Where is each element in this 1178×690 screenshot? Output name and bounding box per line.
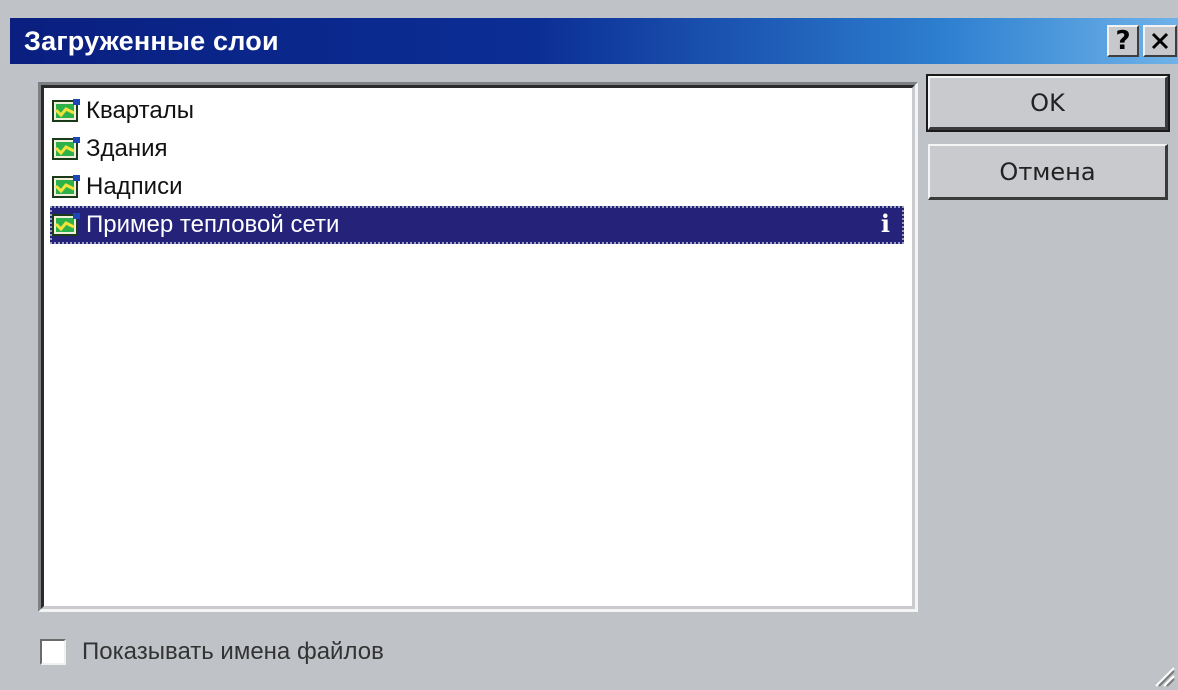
layer-map-icon: [52, 137, 80, 160]
layer-map-icon: [52, 213, 80, 236]
dialog-title: Загруженные слои: [24, 26, 279, 56]
loaded-layers-dialog: Загруженные слои ? Кварталы Здания Надпи…: [0, 0, 1178, 690]
close-button[interactable]: [1143, 25, 1177, 57]
layers-list-frame: Кварталы Здания Надписи Пример тепловой …: [41, 85, 915, 609]
resize-grip-icon[interactable]: [1150, 662, 1176, 688]
list-item-label: Здания: [86, 135, 168, 162]
show-filenames-option[interactable]: Показывать имена файлов: [40, 638, 384, 666]
list-item-layer-kvartaly[interactable]: Кварталы: [50, 92, 904, 130]
layer-map-icon: [52, 175, 80, 198]
show-filenames-label[interactable]: Показывать имена файлов: [82, 638, 384, 666]
ok-button[interactable]: OK: [926, 74, 1170, 132]
list-item-label: Кварталы: [86, 97, 194, 124]
close-icon: [1151, 32, 1169, 50]
list-item-layer-nadpisi[interactable]: Надписи: [50, 168, 904, 206]
help-icon: ?: [1115, 26, 1131, 56]
show-filenames-checkbox[interactable]: [40, 639, 66, 665]
cancel-button[interactable]: Отмена: [928, 144, 1168, 200]
help-button[interactable]: ?: [1107, 25, 1139, 57]
list-item-layer-zdaniya[interactable]: Здания: [50, 130, 904, 168]
layer-map-icon: [52, 99, 80, 122]
info-icon[interactable]: i: [881, 209, 890, 238]
list-item-label: Пример тепловой сети: [86, 211, 340, 238]
list-item-label: Надписи: [86, 173, 183, 200]
list-item-layer-heat-network[interactable]: Пример тепловой сети i: [50, 206, 904, 244]
layers-list[interactable]: Кварталы Здания Надписи Пример тепловой …: [38, 82, 918, 612]
title-bar[interactable]: Загруженные слои ?: [10, 18, 1178, 64]
